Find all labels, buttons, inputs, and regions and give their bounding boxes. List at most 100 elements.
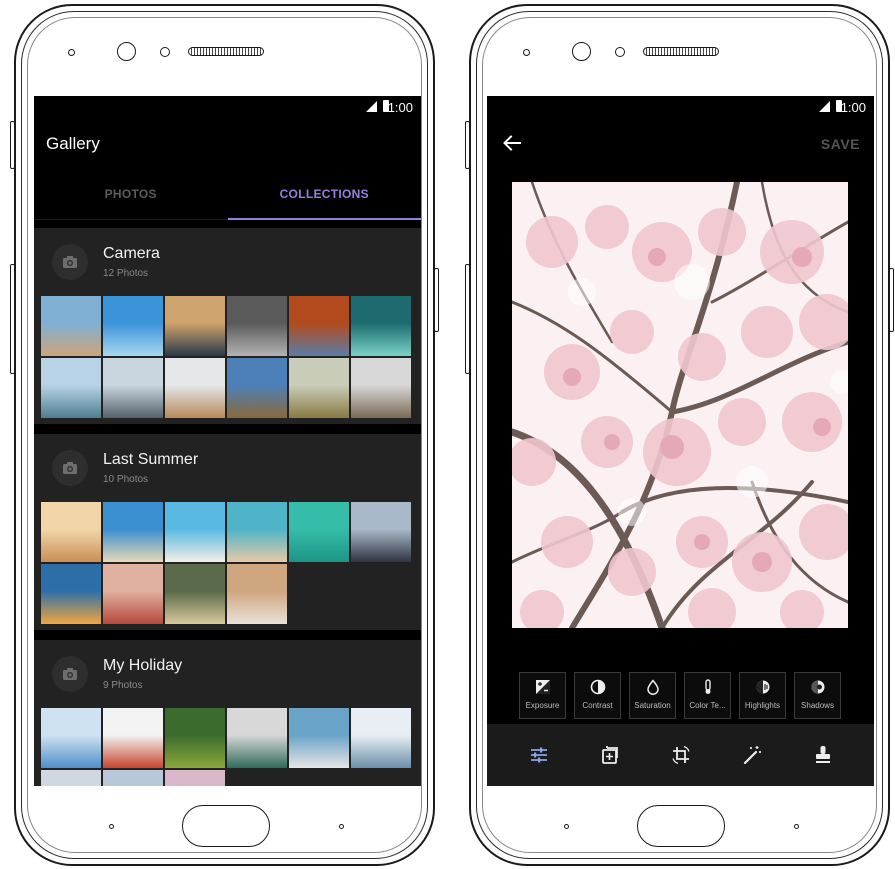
tab-photos[interactable]: PHOTOS	[34, 168, 228, 219]
thumbnail-grid	[34, 502, 421, 630]
tool-contrast[interactable]: Contrast	[574, 672, 621, 719]
photo-thumbnail[interactable]	[165, 708, 225, 768]
nav-dot-right	[339, 824, 344, 829]
power-button	[434, 268, 439, 332]
collection-last-summer[interactable]: Last Summer 10 Photos	[34, 434, 421, 630]
tool-label: Shadows	[801, 701, 834, 710]
tool-label: Exposure	[525, 701, 560, 710]
photo-thumbnail[interactable]	[165, 564, 225, 624]
volume-rocker	[10, 264, 15, 374]
photo-thumbnail[interactable]	[103, 502, 163, 562]
photo-thumbnail[interactable]	[41, 708, 101, 768]
signal-icon	[819, 101, 830, 112]
stamp-icon[interactable]	[812, 744, 834, 766]
photo-thumbnail[interactable]	[41, 358, 101, 418]
tool-shadows[interactable]: Shadows	[794, 672, 841, 719]
photo-thumbnail[interactable]	[351, 358, 411, 418]
collection-count: 9 Photos	[103, 680, 143, 691]
photo-thumbnail[interactable]	[351, 296, 411, 356]
nav-dot-left	[109, 824, 114, 829]
filter-icon[interactable]	[599, 744, 621, 766]
adjust-tools: Exposure Contrast Saturation Color Te...…	[519, 672, 841, 719]
photo-thumbnail[interactable]	[289, 358, 349, 418]
tool-label: Highlights	[744, 701, 781, 710]
photo-thumbnail[interactable]	[227, 708, 287, 768]
thumbnail-grid	[34, 708, 421, 786]
thumbnail-grid	[34, 296, 421, 424]
editor-toolbar: SAVE	[487, 118, 874, 170]
signal-icon	[366, 101, 377, 112]
photo-thumbnail[interactable]	[41, 564, 101, 624]
highlights-icon	[756, 680, 769, 694]
proximity-sensor	[160, 47, 170, 57]
tool-label: Color Te...	[689, 701, 726, 710]
collection-camera[interactable]: Camera 12 Photos	[34, 228, 421, 424]
home-button[interactable]	[182, 805, 270, 847]
magic-wand-icon[interactable]	[741, 744, 763, 766]
gallery-screen: 1:00 Gallery PHOTOS COLLECTIONS Camera 1…	[34, 96, 421, 786]
home-button[interactable]	[637, 805, 725, 847]
collection-name: My Holiday	[103, 657, 183, 674]
collection-name: Camera	[103, 245, 160, 262]
status-bar: 1:00	[34, 96, 421, 118]
volume-rocker	[465, 264, 470, 374]
saturation-icon	[646, 679, 659, 695]
shadows-icon	[811, 680, 824, 694]
stage: 1:00 Gallery PHOTOS COLLECTIONS Camera 1…	[0, 0, 895, 869]
earpiece-speaker	[188, 47, 264, 56]
tool-highlights[interactable]: Highlights	[739, 672, 786, 719]
tool-exposure[interactable]: Exposure	[519, 672, 566, 719]
photo-thumbnail[interactable]	[103, 708, 163, 768]
photo-thumbnail[interactable]	[227, 564, 287, 624]
editor-bottom-bar	[487, 724, 874, 786]
collection-my-holiday[interactable]: My Holiday 9 Photos	[34, 640, 421, 786]
crop-rotate-icon[interactable]	[670, 744, 692, 766]
nav-dot-right	[794, 824, 799, 829]
photo-thumbnail[interactable]	[165, 296, 225, 356]
collection-header[interactable]: Camera 12 Photos	[34, 228, 421, 296]
tool-saturation[interactable]: Saturation	[629, 672, 676, 719]
camera-icon	[52, 244, 88, 280]
tool-label: Saturation	[634, 701, 671, 710]
collections-list: Camera 12 Photos Last Summer 10 Photos M…	[34, 228, 421, 786]
photo-thumbnail[interactable]	[41, 296, 101, 356]
tab-collections[interactable]: COLLECTIONS	[227, 168, 422, 220]
photo-thumbnail[interactable]	[103, 358, 163, 418]
adjust-icon[interactable]	[528, 744, 550, 766]
tool-label: Contrast	[582, 701, 613, 710]
proximity-sensor	[615, 47, 625, 57]
photo-thumbnail[interactable]	[351, 708, 411, 768]
tab-bar: PHOTOS COLLECTIONS	[34, 168, 421, 220]
sensor-dot	[523, 49, 530, 56]
photo-thumbnail[interactable]	[41, 502, 101, 562]
photo-thumbnail[interactable]	[103, 296, 163, 356]
photo-thumbnail[interactable]	[227, 358, 287, 418]
collection-header[interactable]: Last Summer 10 Photos	[34, 434, 421, 502]
editing-photo[interactable]	[512, 182, 848, 628]
save-button[interactable]: SAVE	[821, 136, 860, 152]
earpiece-speaker	[643, 47, 719, 56]
status-time: 1:00	[840, 100, 866, 115]
editor-screen: 1:00 SAVE Exposure Contrast Saturation C…	[487, 96, 874, 786]
photo-thumbnail[interactable]	[227, 502, 287, 562]
photo-thumbnail[interactable]	[289, 502, 349, 562]
front-camera	[117, 42, 136, 61]
volume-button	[465, 121, 470, 169]
photo-thumbnail[interactable]	[103, 770, 163, 786]
collection-name: Last Summer	[103, 451, 199, 468]
back-arrow-icon[interactable]	[501, 132, 523, 154]
status-bar: 1:00	[487, 96, 874, 118]
exposure-icon	[535, 680, 550, 694]
photo-thumbnail[interactable]	[165, 770, 225, 786]
photo-thumbnail[interactable]	[165, 358, 225, 418]
sensor-dot	[68, 49, 75, 56]
photo-thumbnail[interactable]	[289, 708, 349, 768]
photo-thumbnail[interactable]	[103, 564, 163, 624]
photo-thumbnail[interactable]	[41, 770, 101, 786]
tool-color-temperature[interactable]: Color Te...	[684, 672, 731, 719]
collection-header[interactable]: My Holiday 9 Photos	[34, 640, 421, 708]
photo-thumbnail[interactable]	[165, 502, 225, 562]
photo-thumbnail[interactable]	[351, 502, 411, 562]
photo-thumbnail[interactable]	[289, 296, 349, 356]
photo-thumbnail[interactable]	[227, 296, 287, 356]
